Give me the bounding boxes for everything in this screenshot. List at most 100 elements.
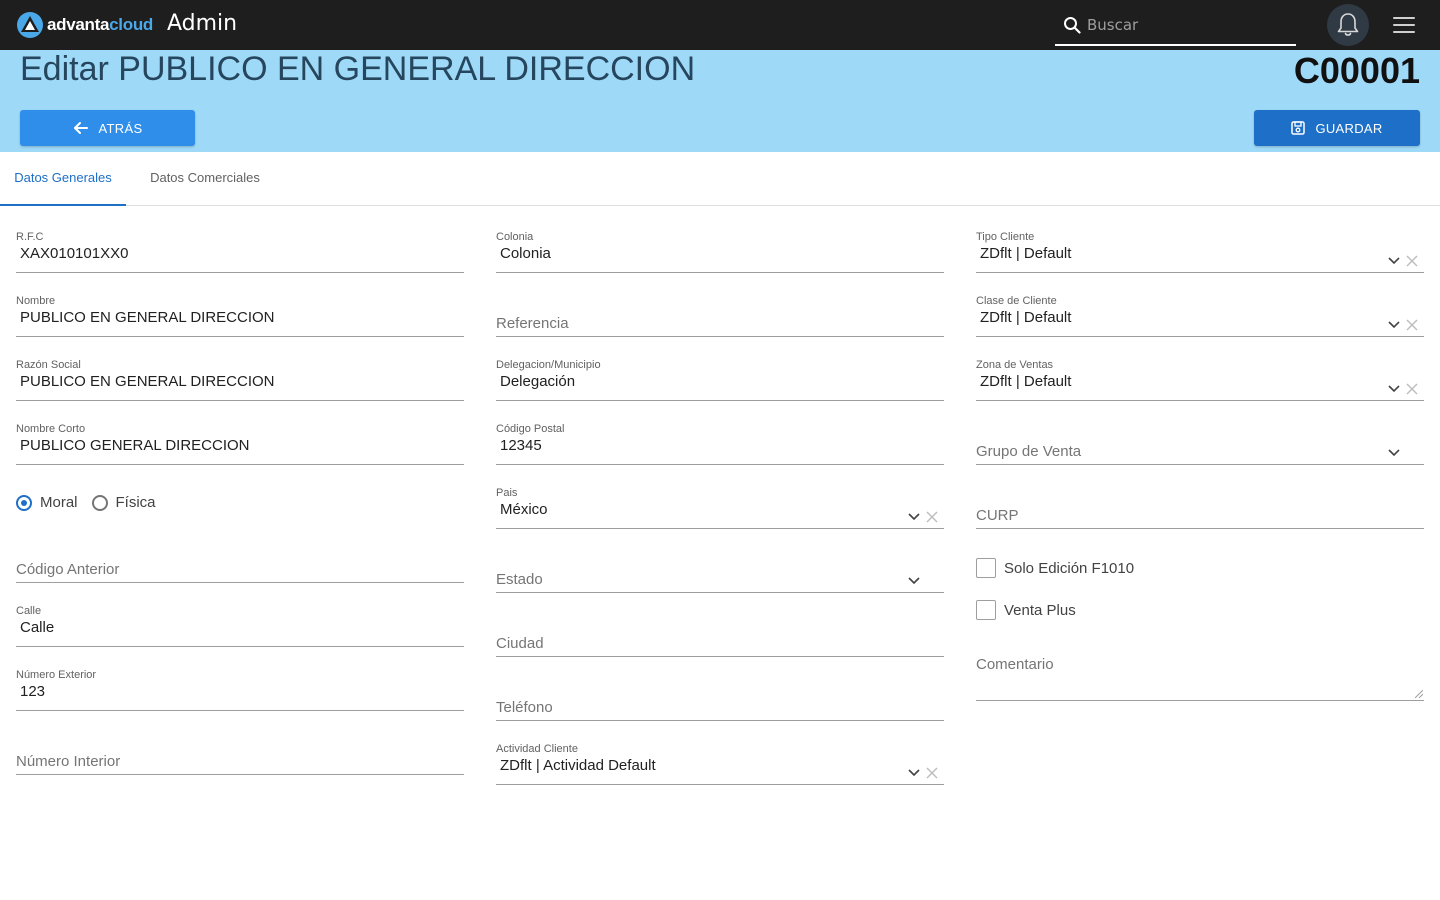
nombre-corto-value: PUBLICO GENERAL DIRECCION bbox=[20, 437, 250, 454]
nombre-corto-label: Nombre Corto bbox=[16, 423, 86, 435]
ciudad-field[interactable]: Ciudad bbox=[496, 615, 944, 657]
back-button-label: ATRÁS bbox=[98, 120, 143, 136]
fisica-radio[interactable] bbox=[91, 494, 108, 511]
moral-radio[interactable] bbox=[16, 494, 32, 511]
chevron-down-icon[interactable] bbox=[1388, 257, 1400, 265]
pais-value: México bbox=[500, 501, 548, 518]
numero-interior-field[interactable]: Número Interior bbox=[16, 733, 464, 775]
record-code: C00001 bbox=[1293, 50, 1420, 91]
save-button-label: GUARDAR bbox=[1315, 120, 1383, 136]
back-button[interactable]: ATRÁS bbox=[20, 110, 195, 146]
delegacion-label: Delegacion/Municipio bbox=[496, 359, 601, 371]
chevron-down-icon[interactable] bbox=[1388, 449, 1400, 457]
search-box[interactable] bbox=[1055, 6, 1296, 46]
grupo-venta-placeholder: Grupo de Venta bbox=[976, 443, 1082, 460]
zona-ventas-label: Zona de Ventas bbox=[976, 359, 1054, 371]
zona-ventas-select[interactable]: Zona de Ventas ZDflt | Default bbox=[976, 359, 1424, 401]
nombre-value: PUBLICO EN GENERAL DIRECCION bbox=[20, 309, 275, 326]
search-input[interactable] bbox=[1087, 12, 1287, 38]
curp-placeholder: CURP bbox=[976, 507, 1019, 524]
menu-bar bbox=[1393, 31, 1415, 33]
chevron-down-icon[interactable] bbox=[908, 513, 920, 521]
clear-icon[interactable] bbox=[1406, 255, 1418, 267]
colonia-field[interactable]: Colonia Colonia bbox=[496, 231, 944, 273]
codigo-anterior-field[interactable]: Código Anterior bbox=[16, 541, 464, 583]
logo-text-part2: cloud bbox=[109, 15, 153, 34]
solo-edicion-checkbox-row: Solo Edición F1010 bbox=[976, 558, 1134, 578]
page-title: Editar PUBLICO EN GENERAL DIRECCION bbox=[20, 50, 696, 88]
codigo-postal-field[interactable]: Código Postal 12345 bbox=[496, 423, 944, 465]
calle-label: Calle bbox=[16, 605, 42, 617]
colonia-value: Colonia bbox=[500, 245, 551, 262]
clear-icon[interactable] bbox=[1406, 383, 1418, 395]
ciudad-placeholder: Ciudad bbox=[496, 635, 544, 652]
pais-select[interactable]: Pais México bbox=[496, 487, 944, 529]
chevron-down-icon[interactable] bbox=[1388, 321, 1400, 329]
menu-bar bbox=[1393, 17, 1415, 19]
estado-placeholder: Estado bbox=[496, 571, 543, 588]
clase-cliente-value: ZDflt | Default bbox=[980, 309, 1072, 326]
clear-icon[interactable] bbox=[1406, 319, 1418, 331]
rfc-field[interactable]: R.F.C XAX010101XX0 bbox=[16, 231, 464, 273]
app-title: Admin bbox=[167, 11, 238, 36]
chevron-down-icon[interactable] bbox=[908, 769, 920, 777]
chevron-down-icon[interactable] bbox=[1388, 385, 1400, 393]
colonia-label: Colonia bbox=[496, 231, 534, 243]
logo[interactable]: advantacloud bbox=[16, 11, 153, 39]
chevron-down-icon[interactable] bbox=[908, 577, 920, 585]
floppy-disk-icon bbox=[1291, 121, 1306, 135]
delegacion-value: Delegación bbox=[500, 373, 576, 390]
tipo-cliente-value: ZDflt | Default bbox=[980, 245, 1072, 262]
telefono-field[interactable]: Teléfono bbox=[496, 679, 944, 721]
menu-bar bbox=[1393, 24, 1415, 26]
comentario-textarea[interactable]: Comentario bbox=[976, 654, 1424, 701]
venta-plus-label: Venta Plus bbox=[1004, 601, 1076, 619]
calle-field[interactable]: Calle Calle bbox=[16, 605, 464, 647]
referencia-field[interactable]: Referencia bbox=[496, 295, 944, 337]
venta-plus-checkbox[interactable] bbox=[976, 600, 996, 620]
calle-value: Calle bbox=[20, 619, 55, 636]
clear-icon[interactable] bbox=[926, 511, 938, 523]
rfc-label: R.F.C bbox=[16, 231, 44, 243]
telefono-placeholder: Teléfono bbox=[496, 699, 553, 716]
solo-edicion-checkbox[interactable] bbox=[976, 558, 996, 578]
razon-social-value: PUBLICO EN GENERAL DIRECCION bbox=[20, 373, 275, 390]
moral-radio-label: Moral bbox=[40, 494, 78, 511]
notifications-button[interactable] bbox=[1327, 4, 1369, 46]
curp-field[interactable]: CURP bbox=[976, 487, 1424, 529]
delegacion-field[interactable]: Delegacion/Municipio Delegación bbox=[496, 359, 944, 401]
tipo-cliente-label: Tipo Cliente bbox=[976, 231, 1035, 243]
razon-social-label: Razón Social bbox=[16, 359, 81, 371]
bell-icon bbox=[1337, 13, 1359, 36]
nombre-field[interactable]: Nombre PUBLICO EN GENERAL DIRECCION bbox=[16, 295, 464, 337]
tipo-cliente-select[interactable]: Tipo Cliente ZDflt | Default bbox=[976, 231, 1424, 273]
clase-cliente-label: Clase de Cliente bbox=[976, 295, 1057, 307]
rfc-value: XAX010101XX0 bbox=[20, 245, 129, 262]
tab-datos-generales[interactable]: Datos Generales bbox=[0, 152, 126, 206]
menu-button[interactable] bbox=[1393, 15, 1415, 35]
nombre-label: Nombre bbox=[16, 295, 56, 307]
tab-datos-comerciales[interactable]: Datos Comerciales bbox=[140, 152, 270, 206]
tab-bar: Datos Generales Datos Comerciales bbox=[0, 152, 1440, 206]
arrow-left-icon bbox=[73, 122, 88, 134]
codigo-anterior-placeholder: Código Anterior bbox=[16, 561, 120, 578]
save-button[interactable]: GUARDAR bbox=[1254, 110, 1420, 146]
resize-handle-icon[interactable] bbox=[1415, 690, 1423, 698]
actividad-cliente-value: ZDflt | Actividad Default bbox=[500, 757, 656, 774]
razon-social-field[interactable]: Razón Social PUBLICO EN GENERAL DIRECCIO… bbox=[16, 359, 464, 401]
fisica-radio-label: Física bbox=[115, 494, 156, 511]
codigo-postal-label: Código Postal bbox=[496, 423, 565, 435]
nombre-corto-field[interactable]: Nombre Corto PUBLICO GENERAL DIRECCION bbox=[16, 423, 464, 465]
clase-cliente-select[interactable]: Clase de Cliente ZDflt | Default bbox=[976, 295, 1424, 337]
grupo-venta-select[interactable]: Grupo de Venta bbox=[976, 423, 1424, 465]
codigo-postal-value: 12345 bbox=[500, 437, 542, 454]
numero-exterior-field[interactable]: Número Exterior 123 bbox=[16, 669, 464, 711]
actividad-cliente-select[interactable]: Actividad Cliente ZDflt | Actividad Defa… bbox=[496, 743, 944, 785]
search-icon bbox=[1064, 17, 1081, 34]
numero-exterior-label: Número Exterior bbox=[16, 669, 97, 681]
numero-interior-placeholder: Número Interior bbox=[16, 753, 121, 770]
logo-text-part1: advanta bbox=[47, 15, 110, 34]
estado-select[interactable]: Estado bbox=[496, 551, 944, 593]
actividad-cliente-label: Actividad Cliente bbox=[496, 743, 578, 755]
clear-icon[interactable] bbox=[926, 767, 938, 779]
